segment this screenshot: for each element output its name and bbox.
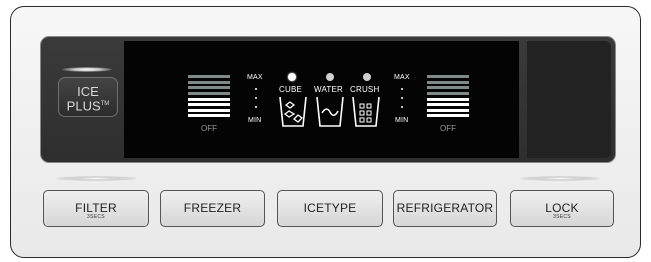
ice-type-button-label: ICETYPE: [303, 201, 357, 215]
temp-level-bar: [427, 114, 469, 118]
lock-hold-hint: 3SECS: [553, 214, 571, 220]
ice-plus-indicator-light: [62, 67, 112, 72]
water-indicator-led: [326, 73, 334, 81]
lock-indicator-light: [520, 176, 600, 181]
temp-level-bar: [188, 114, 230, 118]
freezer-scale-dot: [255, 97, 257, 99]
ice-plus-label-line1: ICE: [77, 84, 99, 99]
display-right-panel: [527, 41, 611, 158]
temp-level-bar: [188, 80, 230, 84]
cube-label: CUBE: [279, 85, 303, 94]
freezer-button[interactable]: FREEZER: [160, 190, 265, 227]
temp-level-bar: [427, 103, 469, 107]
cube-indicator-led: [288, 73, 296, 81]
fridge-scale-dot: [401, 88, 403, 90]
filter-hold-hint: 3SECS: [87, 214, 105, 220]
crush-icon: [352, 96, 380, 127]
temp-level-bar: [427, 108, 469, 112]
ice-plus-label-line2: PLUS: [66, 98, 101, 114]
temp-level-bar: [188, 86, 230, 90]
temp-level-bar: [427, 75, 469, 78]
water-label: WATER: [314, 85, 343, 94]
refrigerator-button-label: REFRIGERATOR: [396, 201, 494, 215]
filter-button-label: FILTER: [75, 201, 117, 215]
freezer-button-label: FREEZER: [183, 201, 242, 215]
filter-indicator-light: [56, 176, 136, 181]
freezer-scale-dot: [255, 88, 257, 90]
temp-level-bar: [188, 108, 230, 112]
crush-label: CRUSH: [350, 85, 380, 94]
fridge-scale-dot: [401, 97, 403, 99]
fridge-min-label: MIN: [395, 117, 409, 124]
fridge-off-label: OFF: [440, 124, 456, 133]
cube-icon: [279, 96, 307, 127]
ice-type-button[interactable]: ICETYPE: [277, 190, 383, 227]
freezer-max-label: MAX: [247, 74, 263, 81]
freezer-min-label: MIN: [248, 117, 262, 124]
freezer-scale-dot: [255, 106, 257, 108]
freezer-temp-bargraph: [188, 75, 230, 120]
temp-level-bar: [188, 103, 230, 107]
temp-level-bar: [427, 91, 469, 95]
freezer-off-label: OFF: [201, 124, 217, 133]
temp-level-bar: [427, 97, 469, 101]
temp-level-bar: [188, 75, 230, 78]
lock-button-label: LOCK: [545, 201, 579, 215]
temp-level-bar: [188, 97, 230, 101]
filter-button[interactable]: FILTER 3SECS: [43, 190, 149, 227]
fridge-scale-dot: [401, 106, 403, 108]
fridge-temp-bargraph: [427, 75, 469, 120]
fridge-max-label: MAX: [394, 74, 410, 81]
water-icon: [316, 96, 344, 127]
temp-level-bar: [427, 86, 469, 90]
temp-level-bar: [188, 91, 230, 95]
ice-plus-button[interactable]: ICE PLUSTM: [58, 77, 118, 117]
trademark-mark: TM: [100, 101, 110, 107]
crush-indicator-led: [363, 73, 371, 81]
lock-button[interactable]: LOCK 3SECS: [510, 190, 614, 227]
temp-level-bar: [427, 80, 469, 84]
refrigerator-button[interactable]: REFRIGERATOR: [393, 190, 497, 227]
